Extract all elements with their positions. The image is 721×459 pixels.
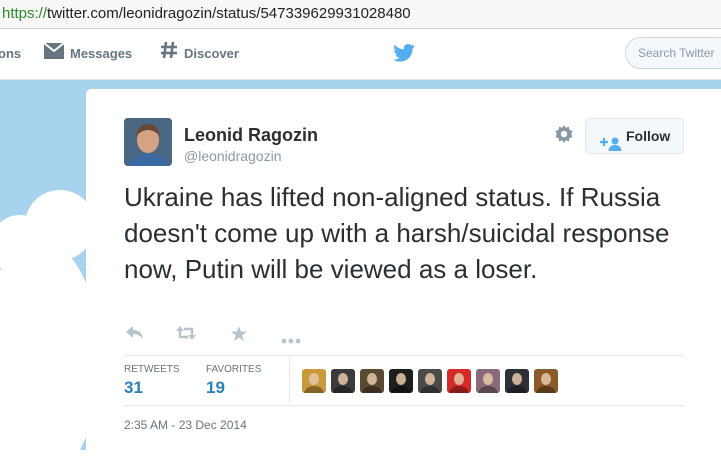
favoriter-avatar-5[interactable] [418, 369, 442, 393]
tweet-text: Ukraine has lifted non-aligned status. I… [124, 182, 670, 284]
hash-icon [160, 30, 178, 80]
author-username[interactable]: @leonidragozin [184, 148, 282, 164]
favoriter-avatar-4[interactable] [389, 369, 413, 393]
favoriter-avatar-6[interactable] [447, 369, 471, 393]
nav-messages-label: Messages [70, 46, 133, 61]
top-navigation: ons Messages Discover Search Twitter [0, 29, 721, 80]
twitter-bird-icon[interactable] [393, 44, 415, 67]
follow-button[interactable]: Follow [585, 118, 684, 154]
author-avatar[interactable] [124, 118, 172, 166]
nav-notifications[interactable]: ons [0, 29, 21, 79]
star-icon[interactable] [231, 326, 247, 346]
nav-discover-label: Discover [184, 46, 239, 61]
retweets-count[interactable]: 31 [124, 378, 143, 398]
favorites-label: FAVORITES [206, 364, 262, 375]
reply-icon[interactable] [126, 326, 144, 345]
favoriter-avatar-2[interactable] [331, 369, 355, 393]
retweet-icon[interactable] [176, 326, 196, 345]
tweet-card: Leonid Ragozin @leonidragozin Follow Ukr… [86, 89, 721, 459]
favoriter-avatar-9[interactable] [534, 369, 558, 393]
favoriter-avatar-3[interactable] [360, 369, 384, 393]
favorites-count[interactable]: 19 [206, 378, 225, 398]
add-user-icon [600, 129, 622, 163]
nav-messages[interactable]: Messages [43, 29, 133, 80]
cloud-shape [0, 240, 100, 450]
url-path: twitter.com/leonidragozin/status/5473396… [47, 5, 411, 22]
nav-notifications-label: ons [0, 46, 22, 61]
tweet-timestamp[interactable]: 2:35 AM - 23 Dec 2014 [124, 418, 247, 432]
follow-button-label: Follow [626, 128, 671, 144]
more-icon[interactable] [281, 331, 301, 349]
author-fullname[interactable]: Leonid Ragozin [184, 125, 318, 146]
envelope-icon [43, 30, 65, 80]
favoriter-avatar-1[interactable] [302, 369, 326, 393]
stats-divider-bottom [124, 405, 684, 406]
address-bar[interactable]: https://twitter.com/leonidragozin/status… [0, 0, 721, 29]
nav-discover[interactable]: Discover [160, 29, 239, 79]
stats-vertical-divider [289, 357, 290, 403]
search-input[interactable]: Search Twitter [625, 37, 721, 69]
url-scheme: https:// [2, 5, 48, 22]
gear-icon[interactable] [555, 125, 573, 148]
retweets-label: RETWEETS [124, 364, 180, 375]
favoriter-avatar-7[interactable] [476, 369, 500, 393]
favoriter-avatar-8[interactable] [505, 369, 529, 393]
stats-divider-top [124, 355, 684, 356]
